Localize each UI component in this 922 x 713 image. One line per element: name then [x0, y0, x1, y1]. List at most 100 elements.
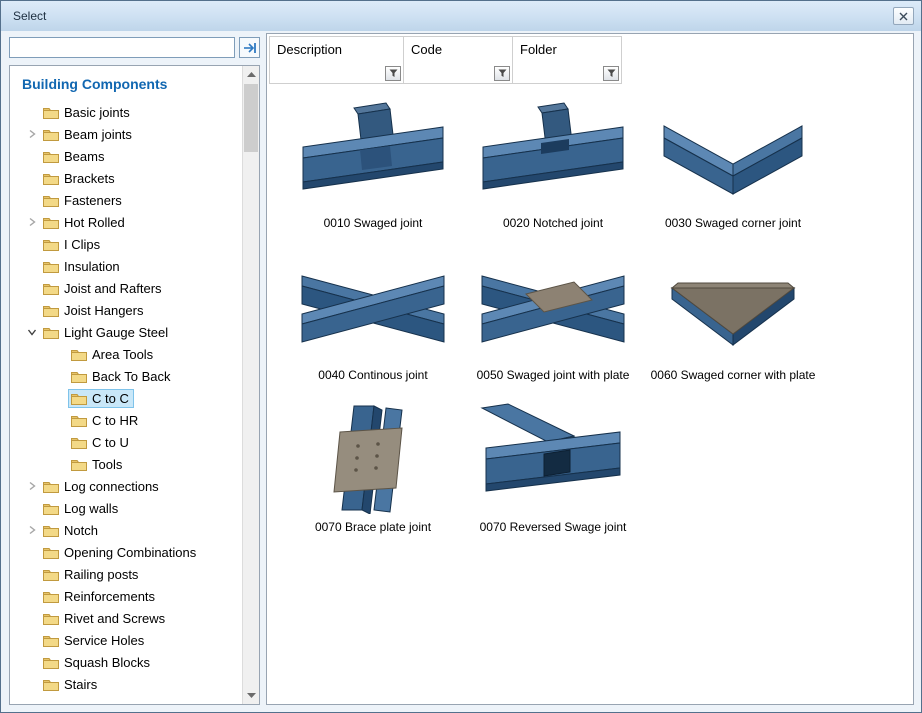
expander-spacer	[24, 258, 40, 274]
close-icon	[899, 12, 908, 21]
filter-button-folder[interactable]	[603, 66, 619, 81]
close-button[interactable]	[893, 7, 914, 25]
tree-item[interactable]: Log connections	[10, 475, 242, 497]
swaged-joint-thumbnail[interactable]	[298, 98, 448, 210]
component-item[interactable]: 0010 Swaged joint	[283, 98, 463, 230]
tree-item-body[interactable]: Squash Blocks	[40, 653, 155, 672]
scrollbar-thumb[interactable]	[244, 84, 258, 152]
expander-collapsed-toggle[interactable]	[24, 214, 40, 230]
tree-item-body[interactable]: C to HR	[68, 411, 143, 430]
tree-item[interactable]: Service Holes	[10, 629, 242, 651]
tree-item-body[interactable]: Area Tools	[68, 345, 158, 364]
component-item[interactable]: 0050 Swaged joint with plate	[463, 250, 643, 382]
tree-item[interactable]: Area Tools	[10, 343, 242, 365]
tree-item-body[interactable]: Opening Combinations	[40, 543, 201, 562]
scroll-up-button[interactable]	[243, 66, 259, 83]
tree-scrollbar[interactable]	[242, 66, 259, 704]
cross-joint-thumbnail[interactable]	[298, 250, 448, 362]
tree-item-label: Log walls	[64, 501, 118, 516]
notched-joint-thumbnail[interactable]	[478, 98, 628, 210]
component-item[interactable]: 0060 Swaged corner with plate	[643, 250, 823, 382]
component-item[interactable]: 0020 Notched joint	[463, 98, 643, 230]
tree-item-body[interactable]: Basic joints	[40, 103, 135, 122]
search-input[interactable]	[9, 37, 235, 58]
expander-spacer	[52, 412, 68, 428]
tree-item-body[interactable]: Tools	[68, 455, 127, 474]
tree-item[interactable]: Reinforcements	[10, 585, 242, 607]
component-caption: 0060 Swaged corner with plate	[643, 368, 823, 382]
component-item[interactable]: 0070 Reversed Swage joint	[463, 402, 643, 534]
tree-item[interactable]: C to HR	[10, 409, 242, 431]
tree-item[interactable]: Beam joints	[10, 123, 242, 145]
tree-item-body[interactable]: Insulation	[40, 257, 125, 276]
tree-item-body[interactable]: Beams	[40, 147, 109, 166]
column-header-code[interactable]: Code	[403, 36, 513, 84]
expander-collapsed-toggle[interactable]	[24, 522, 40, 538]
tree-item-body[interactable]: Railing posts	[40, 565, 143, 584]
reversed-swage-joint-thumbnail[interactable]	[478, 402, 628, 514]
expander-expanded-toggle[interactable]	[24, 324, 40, 340]
chevron-right-icon	[27, 525, 37, 535]
tree-item[interactable]: Notch	[10, 519, 242, 541]
tree-item-body[interactable]: Joist and Rafters	[40, 279, 167, 298]
tree-item[interactable]: Rivet and Screws	[10, 607, 242, 629]
tree-item-body[interactable]: Beam joints	[40, 125, 137, 144]
tree-item-body[interactable]: Stairs	[40, 675, 102, 694]
tree-item-body[interactable]: Back To Back	[68, 367, 176, 386]
component-item[interactable]: 0070 Brace plate joint	[283, 402, 463, 534]
expander-collapsed-toggle[interactable]	[24, 478, 40, 494]
tree-item-body[interactable]: Log walls	[40, 499, 123, 518]
tree-item[interactable]: Tools	[10, 453, 242, 475]
column-header-folder[interactable]: Folder	[512, 36, 622, 84]
search-go-button[interactable]	[239, 37, 260, 58]
corner-plate-joint-thumbnail[interactable]	[658, 250, 808, 362]
tree-item-body[interactable]: Hot Rolled	[40, 213, 130, 232]
column-header-description[interactable]: Description	[269, 36, 404, 84]
tree-item[interactable]: Stairs	[10, 673, 242, 695]
filter-button-code[interactable]	[494, 66, 510, 81]
tree-item[interactable]: Basic joints	[10, 101, 242, 123]
cross-plate-joint-thumbnail[interactable]	[478, 250, 628, 362]
tree-item[interactable]: I Clips	[10, 233, 242, 255]
tree-item[interactable]: Fasteners	[10, 189, 242, 211]
tree-item[interactable]: Squash Blocks	[10, 651, 242, 673]
tree-item-body[interactable]: I Clips	[40, 235, 105, 254]
tree-item-label: Squash Blocks	[64, 655, 150, 670]
tree-item-body[interactable]: Fasteners	[40, 191, 127, 210]
component-caption: 0020 Notched joint	[463, 216, 643, 230]
tree-item[interactable]: Opening Combinations	[10, 541, 242, 563]
tree-item-body[interactable]: Notch	[40, 521, 103, 540]
tree-item[interactable]: Hot Rolled	[10, 211, 242, 233]
corner-joint-thumbnail[interactable]	[658, 98, 808, 210]
select-dialog: Select Building Components Basic jointsB…	[0, 0, 922, 713]
tree-item[interactable]: C to U	[10, 431, 242, 453]
tree-item[interactable]: Log walls	[10, 497, 242, 519]
tree-item-label: Tools	[92, 457, 122, 472]
tree-item-body[interactable]: Rivet and Screws	[40, 609, 170, 628]
filter-button-description[interactable]	[385, 66, 401, 81]
tree-item-body[interactable]: Light Gauge Steel	[40, 323, 173, 342]
tree-item-body[interactable]: Service Holes	[40, 631, 149, 650]
tree-item-body[interactable]: Reinforcements	[40, 587, 160, 606]
component-item[interactable]: 0030 Swaged corner joint	[643, 98, 823, 230]
tree-item-body[interactable]: C to U	[68, 433, 134, 452]
tree-item[interactable]: Railing posts	[10, 563, 242, 585]
tree-item[interactable]: Insulation	[10, 255, 242, 277]
expander-collapsed-toggle[interactable]	[24, 126, 40, 142]
tree-item[interactable]: Back To Back	[10, 365, 242, 387]
component-item[interactable]: 0040 Continous joint	[283, 250, 463, 382]
tree-item-label: Joist and Rafters	[64, 281, 162, 296]
tree-item-body[interactable]: Joist Hangers	[40, 301, 148, 320]
scroll-down-button[interactable]	[243, 687, 259, 704]
tree-item[interactable]: Beams	[10, 145, 242, 167]
tree-item[interactable]: C to C	[10, 387, 242, 409]
tree-item-body[interactable]: Log connections	[40, 477, 164, 496]
tree-item[interactable]: Joist Hangers	[10, 299, 242, 321]
tree-item[interactable]: Light Gauge Steel	[10, 321, 242, 343]
tree-item-label: Beams	[64, 149, 104, 164]
tree-item[interactable]: Brackets	[10, 167, 242, 189]
tree-item[interactable]: Joist and Rafters	[10, 277, 242, 299]
brace-plate-joint-thumbnail[interactable]	[298, 402, 448, 514]
tree-item-body[interactable]: C to C	[68, 389, 134, 408]
tree-item-body[interactable]: Brackets	[40, 169, 120, 188]
